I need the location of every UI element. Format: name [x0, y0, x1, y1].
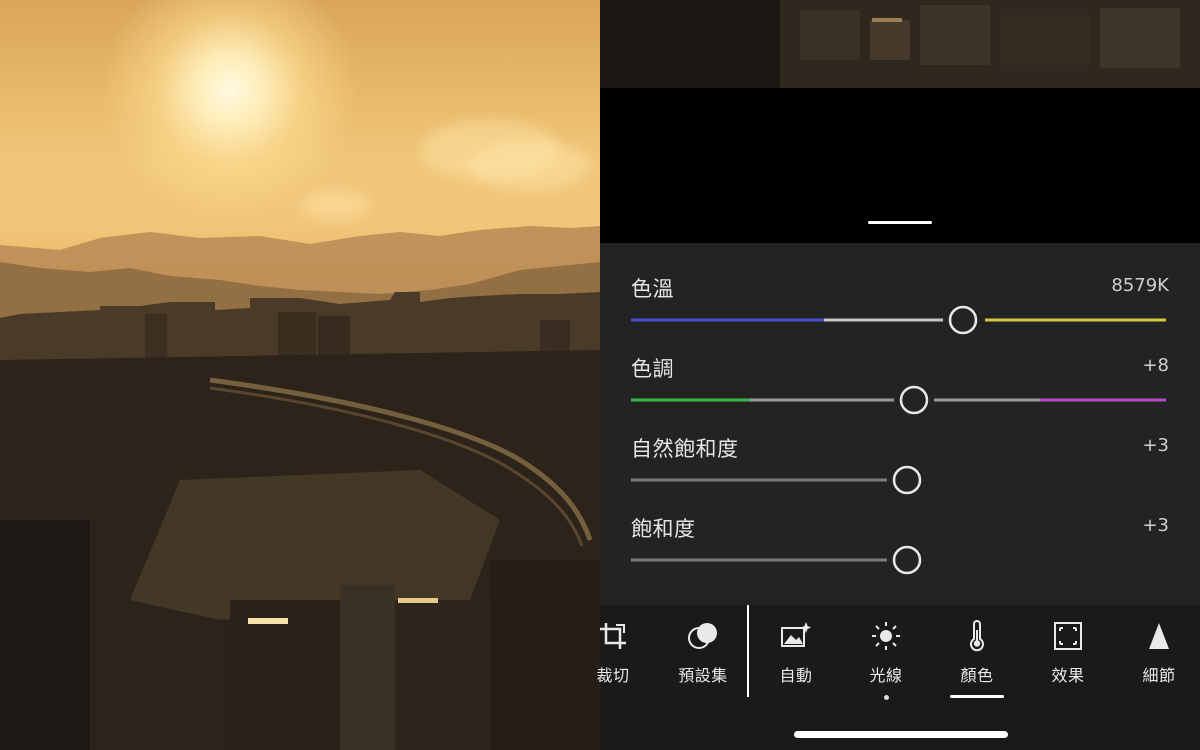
tool-label: 預設集 — [678, 666, 728, 685]
landscape-silhouette — [0, 226, 600, 750]
slider-track[interactable] — [600, 323, 1200, 415]
slider-saturation[interactable]: 飽和度 +3 — [600, 483, 1200, 575]
tool-label: 顏色 — [960, 666, 994, 685]
active-tab-indicator — [950, 695, 1004, 698]
tool-label: 自動 — [779, 666, 813, 685]
light-icon — [872, 622, 900, 650]
preview-letterbox — [600, 88, 1200, 243]
tool-label: 細節 — [1142, 666, 1176, 685]
effects-icon — [1054, 622, 1082, 650]
color-adjust-panel: 色溫 8579K 色調 +8 自然飽和度 +3 飽和度 +3 — [600, 243, 1200, 605]
slider-tint[interactable]: 色調 +8 — [600, 323, 1200, 415]
photo-preview — [0, 0, 600, 750]
photo-crop-preview — [600, 0, 1200, 88]
slider-track[interactable] — [600, 403, 1200, 495]
slider-vibrance[interactable]: 自然飽和度 +3 — [600, 403, 1200, 495]
auto-icon — [781, 622, 811, 647]
home-indicator[interactable] — [794, 731, 1008, 738]
editor-panel: 色溫 8579K 色調 +8 自然飽和度 +3 飽和度 +3 裁切 預設集 自動… — [596, 0, 1200, 750]
presets-icon — [688, 623, 717, 649]
slider-knob — [892, 545, 922, 575]
drag-handle[interactable] — [868, 221, 932, 224]
tool-detail[interactable]: 細節 — [1119, 619, 1199, 686]
toolbar-divider — [747, 605, 749, 697]
tool-label: 光線 — [869, 666, 903, 685]
edit-toolbar: 裁切 預設集 自動 光線 顏色 效果 細節 — [596, 605, 1200, 750]
tool-color[interactable]: 顏色 — [937, 619, 1017, 686]
tool-auto[interactable]: 自動 — [756, 619, 836, 686]
crop-icon — [600, 623, 626, 649]
light-modified-dot — [884, 695, 889, 700]
slider-temperature[interactable]: 色溫 8579K — [600, 243, 1200, 335]
detail-icon — [1149, 623, 1169, 649]
tool-light[interactable]: 光線 — [846, 619, 926, 686]
tool-label: 裁切 — [596, 666, 630, 685]
city-rooftops — [600, 0, 1200, 88]
tool-effects[interactable]: 效果 — [1028, 619, 1108, 686]
slider-track[interactable] — [600, 243, 1200, 335]
tool-label: 效果 — [1051, 666, 1085, 685]
tool-presets[interactable]: 預設集 — [663, 619, 743, 686]
slider-track[interactable] — [600, 483, 1200, 575]
tool-crop[interactable]: 裁切 — [573, 619, 653, 686]
thermometer-icon — [970, 620, 984, 652]
